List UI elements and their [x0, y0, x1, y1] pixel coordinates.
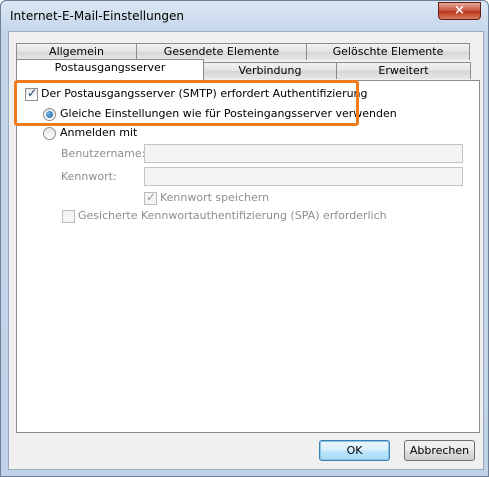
tab-label: Erweitert — [378, 64, 429, 77]
tab-erweitert[interactable]: Erweitert — [336, 62, 471, 79]
annotation-highlight-box — [14, 80, 359, 126]
cancel-button[interactable]: Abbrechen — [404, 440, 475, 461]
username-field[interactable] — [144, 144, 463, 163]
close-icon: × — [454, 3, 465, 18]
title-bar[interactable]: Internet-E-Mail-Einstellungen × — [1, 1, 488, 31]
ok-button[interactable]: OK — [319, 440, 390, 461]
tab-verbindung[interactable]: Verbindung — [203, 62, 337, 79]
spa-label[interactable]: Gesicherte Kennwortauthentifizierung (SP… — [78, 209, 387, 222]
password-label: Kennwort: — [61, 170, 117, 183]
save-password-label[interactable]: Kennwort speichern — [160, 191, 269, 204]
tab-label: Gelöschte Elemente — [332, 45, 444, 58]
spa-checkbox[interactable] — [62, 210, 75, 223]
username-label: Benutzername: — [61, 147, 146, 160]
tab-gesendete-elemente[interactable]: Gesendete Elemente — [136, 43, 307, 60]
password-field[interactable] — [144, 167, 463, 186]
login-with-radio[interactable] — [43, 127, 56, 140]
tab-label: Allgemein — [49, 45, 104, 58]
close-button[interactable]: × — [438, 2, 481, 20]
dialog-window: Internet-E-Mail-Einstellungen × Allgemei… — [0, 0, 489, 477]
window-title: Internet-E-Mail-Einstellungen — [10, 9, 184, 23]
tab-geloeschte-elemente[interactable]: Gelöschte Elemente — [306, 43, 470, 60]
tab-postausgangsserver[interactable]: Postausgangsserver — [16, 59, 204, 80]
save-password-checkbox[interactable]: ✓ — [144, 190, 157, 205]
tab-label: Verbindung — [238, 64, 302, 77]
tab-label: Gesendete Elemente — [163, 45, 280, 58]
tab-label: Postausgangsserver — [54, 61, 166, 74]
tab-allgemein[interactable]: Allgemein — [16, 43, 137, 60]
login-with-label[interactable]: Anmelden mit — [60, 126, 137, 139]
checkmark-icon: ✓ — [146, 190, 157, 204]
